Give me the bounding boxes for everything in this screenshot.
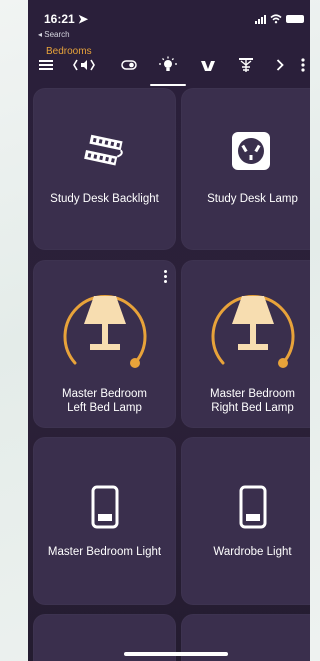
- menu-icon[interactable]: [38, 56, 54, 74]
- device-tile-wardrobe-light[interactable]: Wardrobe Light: [181, 437, 310, 605]
- table-lamp-icon: [84, 296, 126, 350]
- tile-label: Master Bedroom Left Bed Lamp: [61, 388, 147, 414]
- fan-icon[interactable]: [236, 56, 256, 74]
- battery-icon: [286, 15, 304, 23]
- home-indicator[interactable]: [124, 652, 228, 656]
- scene-icon[interactable]: [198, 56, 218, 74]
- audio-icon[interactable]: [72, 56, 96, 74]
- light-switch-icon: [239, 485, 267, 529]
- power-outlet-icon: [232, 132, 270, 170]
- device-tile-right-bed-lamp[interactable]: Master Bedroom Right Bed Lamp: [181, 260, 310, 428]
- tile-label: Master Bedroom Right Bed Lamp: [209, 388, 295, 414]
- status-indicators: [255, 14, 304, 24]
- device-tile-master-bedroom-light[interactable]: Master Bedroom Light: [33, 437, 176, 605]
- device-tile-study-desk-backlight[interactable]: Study Desk Backlight: [33, 88, 176, 250]
- back-to-search-link[interactable]: ◂ Search: [38, 30, 70, 39]
- light-switch-icon: [91, 485, 119, 529]
- status-time: 16:21 ➤: [44, 12, 89, 26]
- table-lamp-icon: [232, 296, 274, 350]
- tile-label: Study Desk Backlight: [50, 193, 159, 205]
- app-screen: 16:21 ➤ ◂ Search Bedrooms Study Desk Bac…: [28, 0, 310, 661]
- tile-more-icon[interactable]: [164, 270, 168, 285]
- overflow-menu-icon[interactable]: [298, 56, 308, 74]
- led-strip-icon: [84, 134, 123, 166]
- next-icon[interactable]: [274, 56, 286, 74]
- device-tile-left-bed-lamp[interactable]: Master Bedroom Left Bed Lamp: [33, 260, 176, 428]
- tile-label: Master Bedroom Light: [47, 546, 162, 558]
- status-bar: 16:21 ➤ ◂ Search: [28, 0, 310, 39]
- cellular-icon: [255, 14, 266, 24]
- toggle-icon[interactable]: [120, 56, 138, 74]
- light-bulb-icon[interactable]: [158, 56, 178, 74]
- tile-label: Study Desk Lamp: [207, 193, 298, 205]
- category-toolbar: [28, 56, 310, 74]
- wifi-icon: [270, 14, 282, 24]
- device-tile-study-desk-lamp[interactable]: Study Desk Lamp: [181, 88, 310, 250]
- tile-label: Wardrobe Light: [213, 546, 292, 558]
- active-tab-indicator: [150, 84, 186, 86]
